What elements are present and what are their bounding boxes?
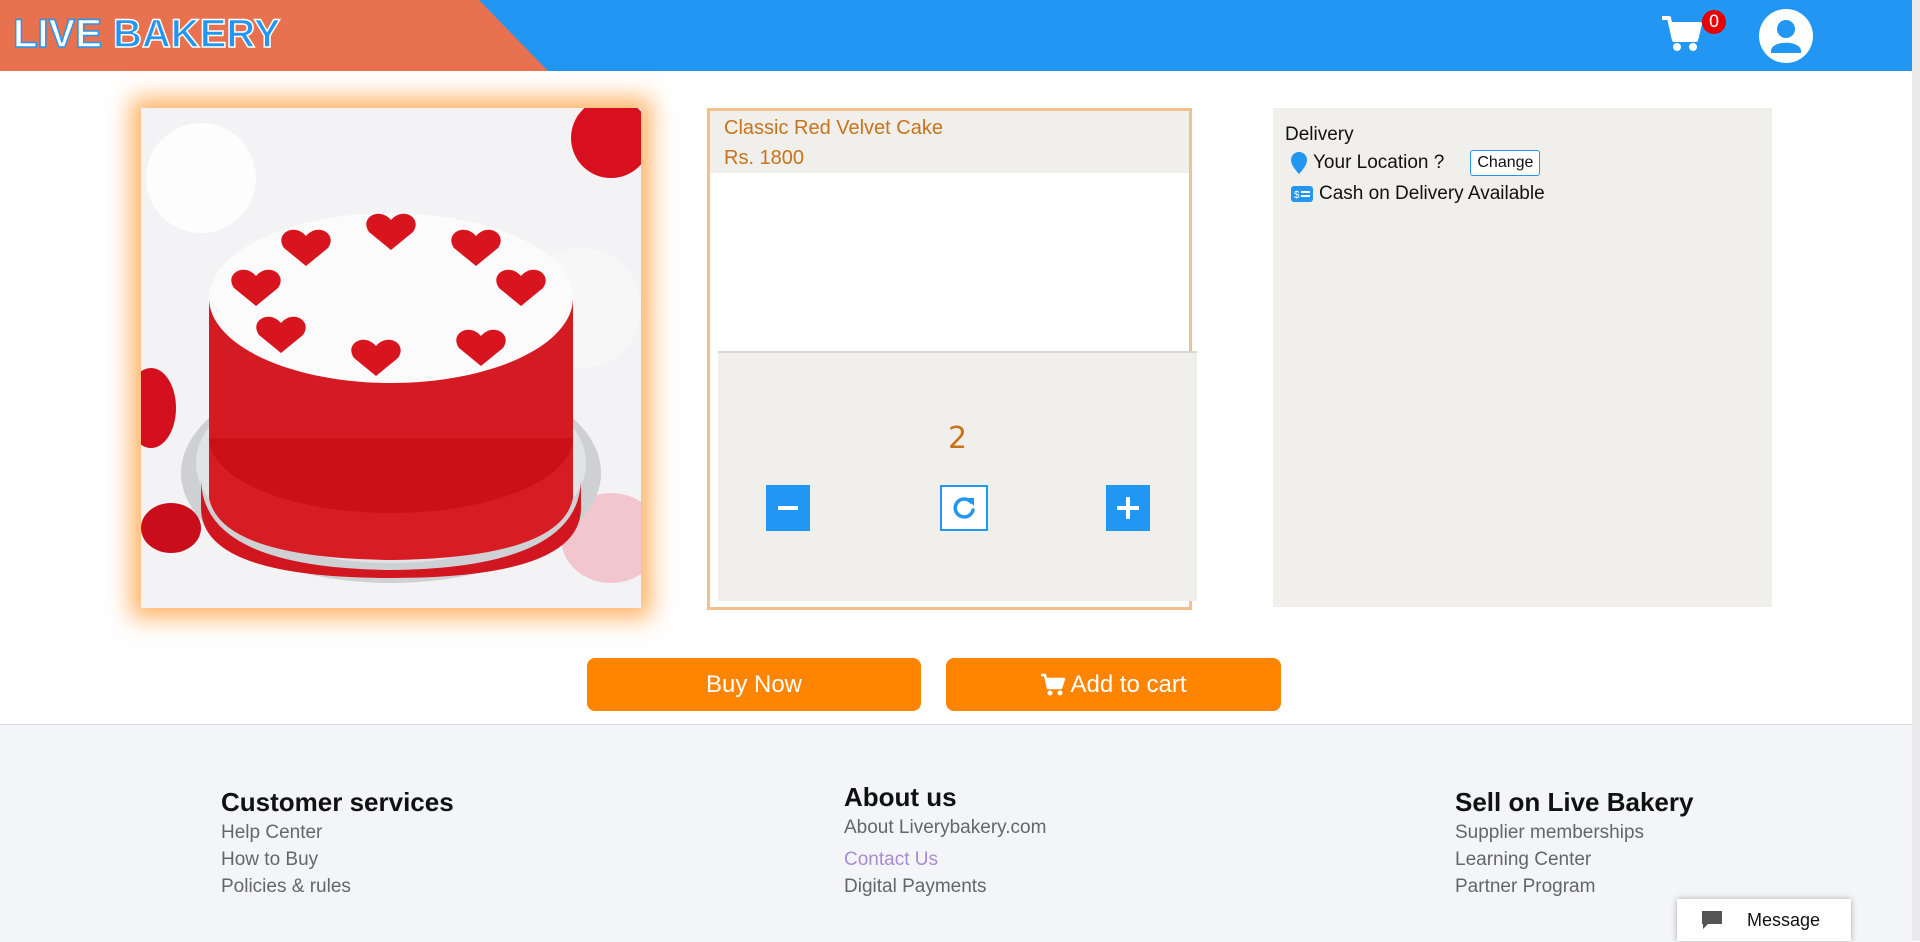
chat-icon	[1702, 911, 1722, 929]
change-location-button[interactable]: Change	[1470, 150, 1541, 176]
footer-link-contact[interactable]: Contact Us	[844, 848, 1046, 872]
refresh-icon	[953, 497, 975, 519]
cart-icon	[1041, 673, 1066, 695]
top-header: LIVE BAKERY 0	[0, 0, 1920, 71]
cart-icon	[1662, 16, 1702, 51]
user-avatar-button[interactable]	[1759, 9, 1813, 63]
product-details-panel: Classic Red Velvet Cake Rs. 1800 2	[707, 108, 1197, 610]
footer-about-us: About us About Liverybakery.com Contact …	[844, 782, 1046, 899]
svg-text:$: $	[1294, 190, 1300, 201]
delivery-panel: Delivery Your Location ? Change $ Cash o…	[1273, 108, 1772, 607]
user-icon	[1771, 20, 1801, 53]
brand-word-live: LIVE	[12, 11, 102, 57]
cake-illustration	[141, 108, 641, 608]
brand-word-bakery: BAKERY	[112, 11, 281, 57]
brand-logo[interactable]: LIVE BAKERY	[12, 11, 281, 57]
location-label: Your Location ?	[1313, 152, 1445, 173]
footer: Customer services Help Center How to Buy…	[0, 724, 1912, 942]
product-price: Rs. 1800	[724, 147, 805, 169]
reset-quantity-button[interactable]	[940, 485, 988, 531]
message-label: Message	[1747, 909, 1821, 930]
footer-heading: About us	[844, 782, 957, 812]
buy-now-label: Buy Now	[705, 670, 803, 698]
footer-link-help-center[interactable]: Help Center	[221, 821, 454, 845]
add-to-cart-button[interactable]: Add to cart	[946, 658, 1281, 711]
footer-heading: Customer services	[221, 787, 454, 817]
delivery-title: Delivery	[1285, 124, 1354, 145]
footer-link-learning-center[interactable]: Learning Center	[1455, 848, 1693, 872]
increase-quantity-button[interactable]	[1106, 485, 1150, 531]
footer-link-partner-program[interactable]: Partner Program	[1455, 875, 1693, 899]
product-image	[141, 108, 641, 608]
page-scrollbar[interactable]	[1912, 0, 1920, 941]
plus-icon	[1117, 497, 1139, 519]
add-to-cart-label: Add to cart	[1070, 670, 1187, 698]
footer-link-supplier-memberships[interactable]: Supplier memberships	[1455, 821, 1693, 845]
quantity-value: 2	[947, 421, 968, 456]
location-pin-icon	[1291, 152, 1307, 174]
quantity-panel: 2	[718, 351, 1197, 601]
cod-label: Cash on Delivery Available	[1319, 183, 1545, 204]
decrease-quantity-button[interactable]	[766, 485, 810, 531]
cash-icon: $	[1291, 186, 1313, 202]
footer-link-digital-payments[interactable]: Digital Payments	[844, 875, 1046, 899]
footer-heading: Sell on Live Bakery	[1455, 787, 1694, 817]
cart-count-badge: 0	[1702, 10, 1726, 34]
footer-sell: Sell on Live Bakery Supplier memberships…	[1455, 787, 1693, 899]
footer-customer-services: Customer services Help Center How to Buy…	[221, 787, 454, 899]
footer-link-about[interactable]: About Liverybakery.com	[844, 816, 1046, 840]
minus-icon	[778, 506, 798, 510]
message-button[interactable]: Message	[1677, 899, 1851, 941]
location-row: Your Location ? Change	[1291, 150, 1541, 176]
buy-now-button[interactable]: Buy Now	[587, 658, 921, 711]
product-header: Classic Red Velvet Cake Rs. 1800	[710, 111, 1189, 173]
footer-link-policies[interactable]: Policies & rules	[221, 875, 454, 899]
cod-row: $ Cash on Delivery Available	[1291, 183, 1545, 205]
footer-link-how-to-buy[interactable]: How to Buy	[221, 848, 454, 872]
product-name: Classic Red Velvet Cake	[724, 117, 943, 139]
